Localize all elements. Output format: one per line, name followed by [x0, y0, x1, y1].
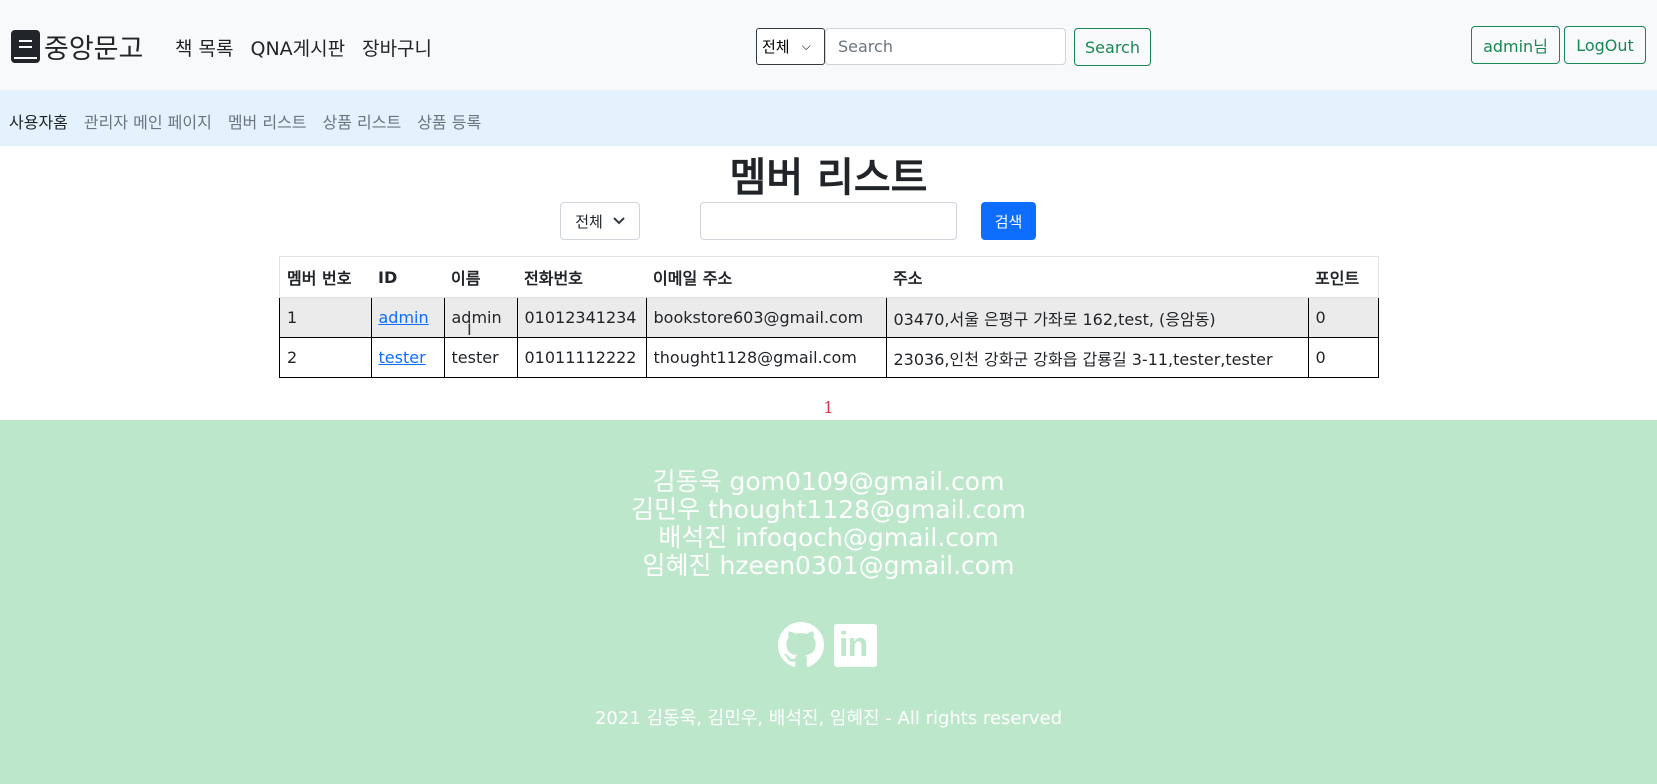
cell-points: 0 — [1307, 297, 1379, 338]
member-search-button[interactable]: 검색 — [981, 202, 1036, 240]
subnav-item-user-home[interactable]: 사용자홈 — [9, 109, 68, 133]
page-link-current[interactable]: 1 — [823, 398, 833, 417]
table-row: 1 admin admin 01012341234 bookstore603@g… — [279, 297, 1379, 338]
social-links: in — [778, 622, 877, 668]
cell-id: tester — [370, 337, 445, 378]
table-header-row: 멤버 번호 ID 이름 전화번호 이메일 주소 주소 포인트 — [279, 256, 1379, 298]
contact-line: 김민우 thought1128@gmail.com — [631, 495, 1026, 524]
search-scope-value: 전체 — [762, 38, 790, 56]
member-filter-select[interactable]: 전체 — [560, 202, 640, 240]
top-navbar: 중앙문고 책 목록 QNA게시판 장바구니 전체 ⌵ Search admin님… — [0, 0, 1657, 90]
subnav-item-admin-main[interactable]: 관리자 메인 페이지 — [84, 109, 212, 133]
linkedin-icon[interactable]: in — [834, 624, 877, 667]
nav-link-qna-board[interactable]: QNA게시판 — [250, 34, 345, 61]
contact-line: 배석진 infoqoch@gmail.com — [658, 523, 999, 552]
logout-button[interactable]: LogOut — [1564, 26, 1646, 64]
cell-name: tester — [443, 337, 518, 378]
contact-line: 임혜진 hzeen0301@gmail.com — [642, 551, 1015, 580]
brand-link[interactable]: 중앙문고 — [11, 27, 143, 66]
member-id-link[interactable]: admin — [379, 308, 429, 327]
contact-line: 김동욱 gom0109@gmail.com — [652, 467, 1005, 496]
cell-email: thought1128@gmail.com — [645, 337, 887, 378]
header-phone: 전화번호 — [517, 256, 646, 298]
cell-email: bookstore603@gmail.com — [645, 297, 887, 338]
github-icon[interactable] — [778, 622, 824, 668]
header-name: 이름 — [444, 256, 517, 298]
cell-member-no: 2 — [279, 337, 372, 378]
copyright-text: 2021 김동욱, 김민우, 배석진, 임혜진 - All rights res… — [594, 708, 1063, 729]
member-id-link[interactable]: tester — [379, 348, 426, 367]
nav-link-book-list[interactable]: 책 목록 — [175, 34, 233, 61]
cell-address: 23036,인천 강화군 강화읍 갑룡길 3-11,tester,tester — [885, 337, 1309, 378]
cell-phone: 01012341234 — [516, 297, 647, 338]
header-address: 주소 — [886, 256, 1308, 298]
admin-subnav: 사용자홈 관리자 메인 페이지 멤버 리스트 상품 리스트 상품 등록 — [0, 90, 1657, 146]
nav-link-cart[interactable]: 장바구니 — [362, 34, 432, 61]
search-input[interactable] — [825, 28, 1066, 65]
table-row: 2 tester tester 01011112222 thought1128@… — [279, 337, 1379, 378]
subnav-item-product-list[interactable]: 상품 리스트 — [323, 109, 402, 133]
chevron-down-icon: ⌵ — [801, 39, 811, 53]
text-cursor-icon: I — [467, 320, 472, 339]
subnav-item-product-register[interactable]: 상품 등록 — [417, 109, 481, 133]
search-scope-select[interactable]: 전체 ⌵ — [756, 28, 825, 65]
header-id: ID — [371, 256, 444, 298]
member-search-input[interactable] — [700, 202, 957, 240]
cell-name: admin — [443, 297, 518, 338]
member-table: 멤버 번호 ID 이름 전화번호 이메일 주소 주소 포인트 1 admin a… — [279, 256, 1379, 378]
cell-address: 03470,서울 은평구 가좌로 162,test, (응암동) — [885, 297, 1309, 338]
cell-member-no: 1 — [279, 297, 372, 338]
search-button[interactable]: Search — [1074, 28, 1151, 66]
user-button[interactable]: admin님 — [1471, 26, 1560, 64]
header-points: 포인트 — [1308, 256, 1379, 298]
footer-contacts: 김동욱 gom0109@gmail.com 김민우 thought1128@gm… — [0, 468, 1657, 580]
member-filter-value: 전체 — [575, 212, 603, 231]
pagination: 1 — [0, 398, 1657, 417]
page-title: 멤버 리스트 — [729, 155, 928, 201]
cell-id: admin — [370, 297, 445, 338]
chevron-down-icon — [613, 217, 625, 225]
brand-name: 중앙문고 — [44, 34, 144, 65]
header-member-no: 멤버 번호 — [279, 256, 371, 298]
footer: 김동욱 gom0109@gmail.com 김민우 thought1128@gm… — [0, 420, 1657, 784]
cell-points: 0 — [1307, 337, 1379, 378]
book-icon — [11, 30, 40, 63]
subnav-item-member-list[interactable]: 멤버 리스트 — [228, 109, 307, 133]
cell-phone: 01011112222 — [516, 337, 647, 378]
main-nav: 책 목록 QNA게시판 장바구니 — [175, 34, 432, 61]
header-email: 이메일 주소 — [646, 256, 886, 298]
